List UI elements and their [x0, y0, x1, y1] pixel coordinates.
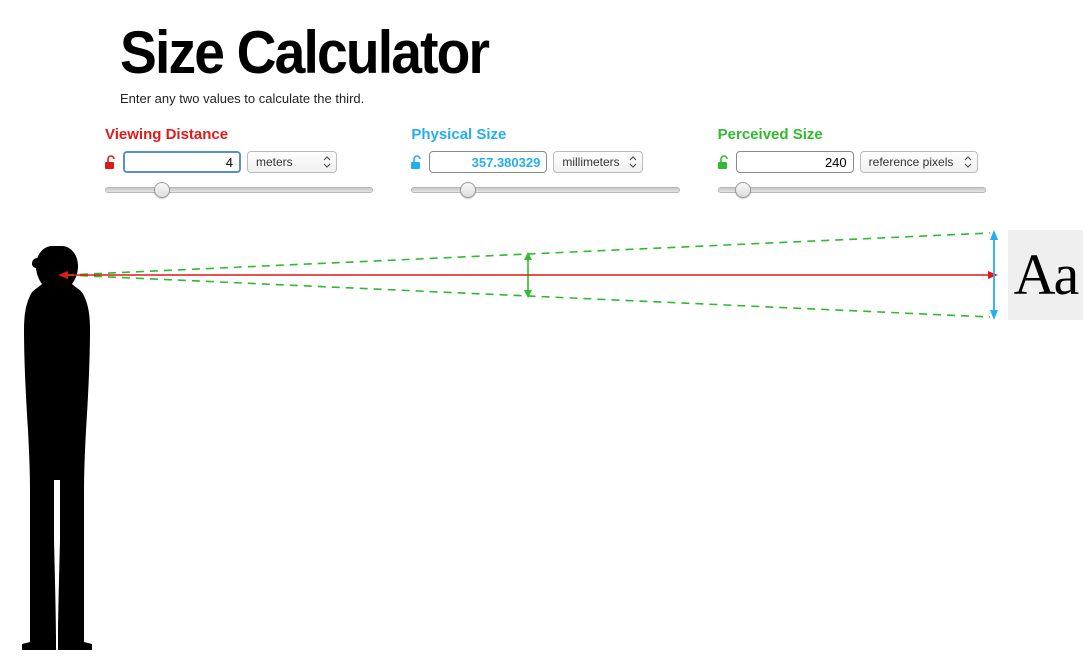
updown-icon: [964, 155, 972, 169]
physical-size-unit-select[interactable]: millimeters: [553, 151, 643, 173]
viewing-distance-group: Viewing Distance meters: [105, 126, 373, 193]
updown-icon: [629, 155, 637, 169]
viewing-distance-slider-thumb[interactable]: [154, 182, 170, 198]
perceived-size-unit-select[interactable]: reference pixels: [860, 151, 978, 173]
unlock-icon[interactable]: [718, 155, 730, 169]
perceived-size-unit-value: reference pixels: [869, 155, 954, 169]
viewing-distance-label: Viewing Distance: [105, 126, 373, 143]
physical-size-unit-value: millimeters: [562, 155, 619, 169]
physical-size-label: Physical Size: [411, 126, 679, 143]
updown-icon: [323, 155, 331, 169]
page-subtitle: Enter any two values to calculate the th…: [120, 91, 520, 106]
perceived-size-slider-thumb[interactable]: [735, 182, 751, 198]
sample-text: Aa: [1014, 246, 1078, 304]
sightline-diagram: [58, 230, 998, 330]
sample-text-box: Aa: [1008, 230, 1083, 320]
physical-size-group: Physical Size millimeters: [411, 126, 679, 193]
perceived-size-slider[interactable]: [718, 187, 986, 193]
page-title: Size Calculator: [120, 18, 488, 87]
unlock-icon[interactable]: [105, 155, 117, 169]
viewing-distance-unit-value: meters: [256, 155, 293, 169]
physical-size-input[interactable]: [429, 151, 547, 173]
viewing-distance-input[interactable]: [123, 151, 241, 173]
perceived-size-label: Perceived Size: [718, 126, 986, 143]
viewing-distance-unit-select[interactable]: meters: [247, 151, 337, 173]
viewing-distance-slider[interactable]: [105, 187, 373, 193]
physical-size-slider[interactable]: [411, 187, 679, 193]
perceived-size-input[interactable]: [736, 151, 854, 173]
unlock-icon[interactable]: [411, 155, 423, 169]
physical-size-slider-thumb[interactable]: [460, 182, 476, 198]
visualization-diagram: Aa: [0, 230, 1091, 650]
perceived-size-group: Perceived Size reference pixels: [718, 126, 986, 193]
